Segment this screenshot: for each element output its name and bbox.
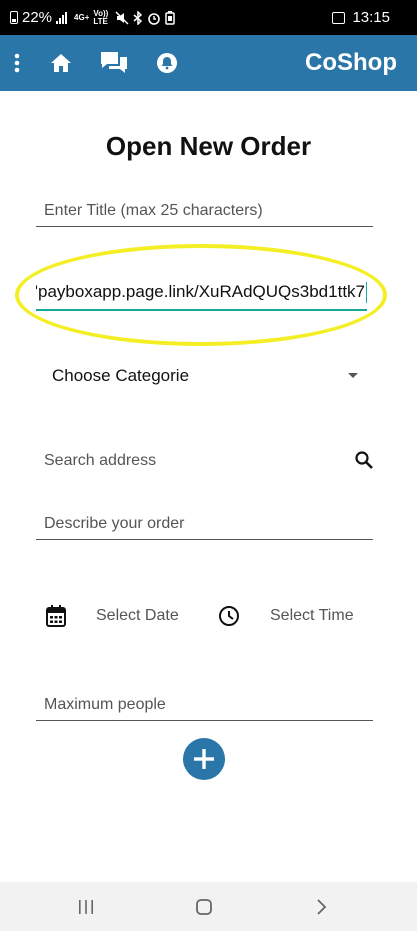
- date-time-row: Select Date Select Time: [46, 602, 366, 630]
- dropdown-arrow-icon: [348, 373, 358, 378]
- app-bar: CoShop: [0, 35, 417, 91]
- signal-icon: [56, 11, 68, 24]
- title-field[interactable]: [36, 196, 373, 227]
- battery-icon: [10, 11, 18, 24]
- alarm-icon: [148, 12, 161, 25]
- menu-button[interactable]: [6, 35, 28, 91]
- bell-icon: [157, 53, 177, 73]
- status-bar: 22% 4G+ Vo)) LTE 13:15: [0, 0, 417, 35]
- more-vert-icon: [14, 53, 20, 73]
- title-input[interactable]: [36, 196, 373, 226]
- page-title: Open New Order: [105, 131, 312, 161]
- category-dropdown[interactable]: Choose Categorie: [52, 362, 362, 392]
- status-left: 22% 4G+ Vo)) LTE: [10, 8, 176, 26]
- app-title: CoShop: [305, 49, 397, 76]
- select-time-button[interactable]: Select Time: [218, 602, 354, 630]
- address-input[interactable]: [36, 448, 336, 474]
- max-people-input[interactable]: [36, 690, 373, 720]
- select-date-button[interactable]: Select Date: [46, 602, 179, 630]
- clock-icon: [219, 606, 239, 626]
- home-nav-icon: [196, 898, 212, 915]
- mute-icon: [115, 10, 129, 25]
- description-input[interactable]: [36, 509, 373, 539]
- status-right: 13:15: [332, 9, 390, 26]
- add-order-button[interactable]: [183, 738, 225, 780]
- plus-icon: [194, 749, 214, 769]
- notifications-button[interactable]: [152, 35, 182, 91]
- gallery-notification-icon: [332, 11, 346, 24]
- category-label: Choose Categorie: [52, 366, 190, 385]
- select-date-label: Select Date: [96, 607, 179, 624]
- calendar-icon: [46, 605, 66, 627]
- network-type: 4G+: [74, 12, 90, 22]
- battery-saver-icon: [165, 10, 176, 25]
- volte-indicator: Vo)) LTE: [93, 8, 109, 26]
- bluetooth-icon: [133, 10, 143, 25]
- link-value: 'payboxapp.page.link/XuRAdQUQs3bd1ttk7: [36, 282, 365, 301]
- description-field[interactable]: [36, 509, 373, 540]
- max-people-field[interactable]: [36, 690, 373, 721]
- chevron-right-icon: [317, 898, 327, 915]
- chat-button[interactable]: [97, 35, 131, 91]
- status-time: 13:15: [352, 9, 390, 26]
- search-button[interactable]: [354, 450, 376, 472]
- home-nav-button[interactable]: [179, 882, 229, 931]
- recents-icon: [79, 899, 93, 914]
- back-button[interactable]: [296, 882, 346, 931]
- text-cursor: [365, 282, 367, 303]
- home-button[interactable]: [46, 35, 76, 91]
- home-icon: [51, 54, 71, 72]
- search-icon: [355, 451, 373, 469]
- link-field[interactable]: 'payboxapp.page.link/XuRAdQUQs3bd1ttk7: [36, 279, 367, 311]
- address-search: [36, 448, 376, 476]
- battery-percent: 22%: [22, 9, 53, 26]
- recents-button[interactable]: [61, 882, 111, 931]
- system-nav-bar: [0, 882, 417, 931]
- chat-icon: [101, 52, 127, 73]
- select-time-label: Select Time: [270, 607, 354, 624]
